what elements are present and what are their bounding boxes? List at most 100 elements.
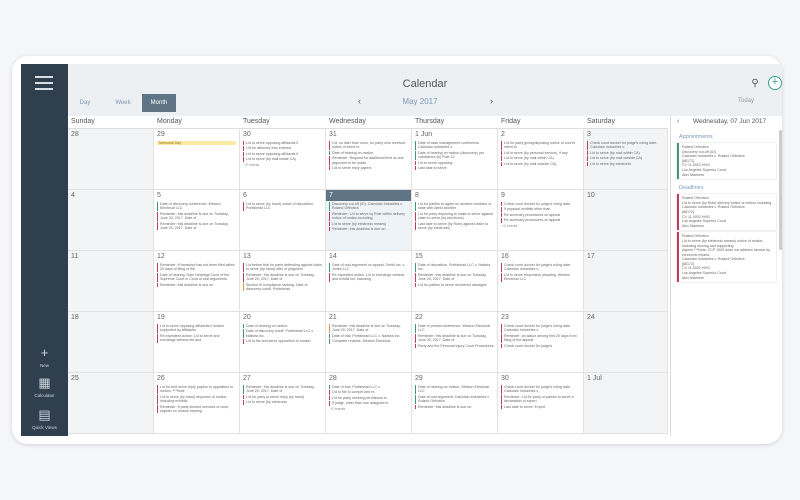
- menu-icon[interactable]: [35, 76, 53, 94]
- calendar-event[interactable]: Discovery cut-off (IO). Calzolaio Indust…: [329, 202, 408, 211]
- calendar-event[interactable]: If judge, other than one assigned to: [329, 401, 408, 406]
- day-cell[interactable]: 28: [68, 129, 154, 190]
- calendar-event[interactable]: Reminder: this deadline is due on: [415, 404, 494, 410]
- calendar-event[interactable]: Last date to serve: [415, 166, 494, 171]
- calendar-event[interactable]: L/d to serve (by mail within CA): [501, 156, 580, 161]
- calendar-event[interactable]: Date of hearing on motion: [329, 150, 408, 156]
- day-cell[interactable]: 6 L/d to serve (by hand) notice of deposi…: [240, 190, 326, 251]
- day-cell[interactable]: 20 Date of hearing on motion. Date of disc…: [240, 312, 326, 373]
- deadline-card[interactable]: Roland Orthotics L/d to serve (by Rule) d…: [677, 194, 776, 231]
- day-cell[interactable]: 29 Date of hearing on motion. Weston Elec…: [412, 373, 498, 434]
- day-cell[interactable]: 26 L/d for end serve reply papers to oppo…: [154, 373, 240, 434]
- more-events-link[interactable]: +2 events: [244, 163, 321, 167]
- calendar-event[interactable]: Check court docket for judge's ruling da…: [501, 202, 580, 207]
- calendar-event[interactable]: Check court docket for judge's ruling da…: [501, 263, 580, 272]
- calendar-event[interactable]: L/d to serve opposing affidavits if: [243, 141, 322, 146]
- calendar-event[interactable]: L/d for party seeking permission to: [329, 395, 408, 401]
- calendar-event[interactable]: Check court docket for judge's ruling da…: [501, 385, 580, 394]
- calendar-event[interactable]: L/d to serve (by personal service), if a…: [501, 150, 580, 156]
- calendar-event[interactable]: Date of discovery cutoff. Portishead LLC…: [243, 329, 322, 339]
- calendar-event[interactable]: Reminder: this deadline is due on Tuesda…: [415, 272, 494, 282]
- calendar-event[interactable]: L/d for party deposing to make to serve …: [415, 211, 494, 221]
- calendar-event[interactable]: Date of trial. Portishead LLC v.: [329, 385, 408, 390]
- view-week-button[interactable]: Week: [110, 94, 136, 112]
- calendar-event[interactable]: Reminder: Request for additional time at…: [329, 156, 408, 166]
- day-cell[interactable]: 30 L/d to serve opposing affidavits if L/d…: [240, 129, 326, 190]
- day-cell[interactable]: 23 Check court docket for judge's ruling …: [498, 312, 584, 373]
- calendar-event[interactable]: L/d for party to serve reply (by hand): [243, 394, 322, 400]
- calendar-event[interactable]: L/d to serve (by mail inside CA): [243, 157, 322, 162]
- calendar-event[interactable]: L/d to serve opposing affidavits if moti…: [157, 324, 236, 333]
- calendar-event[interactable]: Check court docket for judge's ruling da…: [587, 141, 664, 150]
- calendar-event[interactable]: Memorial Day: [157, 141, 236, 146]
- calendar-event[interactable]: L/d to serve (by electronic: [587, 161, 664, 167]
- calendar-event[interactable]: Date of pretrial conference. Weston Elec…: [415, 324, 494, 333]
- day-cell[interactable]: 1 Jun Date of case management conference.…: [412, 129, 498, 190]
- next-month-icon[interactable]: ›: [490, 96, 493, 106]
- calendar-event[interactable]: Last date to serve. Expert: [501, 404, 580, 410]
- calendar-event[interactable]: Date of discovery conference. Weston Ele…: [157, 202, 236, 211]
- calendar-event[interactable]: Reminder: L/d for party or parties to se…: [501, 394, 580, 404]
- prev-month-icon[interactable]: ‹: [358, 96, 361, 106]
- calendar-event[interactable]: Date of deposition. Portishead LLC v. Na…: [415, 263, 494, 272]
- day-cell[interactable]: 3 Check court docket for judge's ruling d…: [584, 129, 668, 190]
- day-cell[interactable]: 10: [584, 190, 668, 251]
- calendar-event[interactable]: Date of case management conference. Calz…: [415, 141, 494, 150]
- calendar-event[interactable]: L/d to serve (by mail outside CA): [501, 161, 580, 167]
- appointment-card[interactable]: Roland Orthotics Discovery cut-off (IO). C…: [677, 143, 776, 180]
- day-cell[interactable]: 18: [68, 312, 154, 373]
- calendar-event[interactable]: L/d to serve (by hand) response of motio…: [157, 394, 236, 404]
- search-icon[interactable]: ⚲: [748, 77, 762, 91]
- calendar-event[interactable]: L/d before trial for party defending aga…: [243, 263, 322, 272]
- calendar-event[interactable]: L/d for parties to serve recovered damag…: [415, 282, 494, 288]
- side-scrollbar[interactable]: [779, 130, 782, 250]
- calendar-event[interactable]: If physical exhibits other than: [501, 207, 580, 212]
- calendar-event[interactable]: L/d to serve (by mail outside CA): [587, 156, 664, 161]
- calendar-event[interactable]: Reminder: this deadline is due on Tuesda…: [329, 324, 408, 333]
- calendar-event[interactable]: Section III compliance ranking. Date of …: [243, 282, 322, 292]
- add-icon[interactable]: +: [768, 76, 782, 90]
- calendar-event[interactable]: Reminder: If party elected services of c…: [157, 404, 236, 414]
- calendar-event[interactable]: Re summary procedures on appeal: [501, 212, 580, 218]
- calendar-event[interactable]: Reminder: this deadline is due on Tuesda…: [415, 333, 494, 343]
- calendar-event[interactable]: Reminder: L/d to serve by Rule within de…: [329, 211, 408, 221]
- calendar-event[interactable]: L/d to serve reply papers: [329, 166, 408, 171]
- day-cell[interactable]: 25: [68, 373, 154, 434]
- calendar-event[interactable]: Check court docket for judge's ruling da…: [501, 324, 580, 333]
- day-cell[interactable]: 14 Date of oral argument on appeal. Smith…: [326, 251, 412, 312]
- day-cell[interactable]: 5 Date of discovery conference. Weston El…: [154, 190, 240, 251]
- day-cell[interactable]: 31 L/d, no later than noon, for party who…: [326, 129, 412, 190]
- calendar-event[interactable]: Re summary procedures on appeal: [501, 218, 580, 223]
- calendar-event[interactable]: L/d to serve opposing affidavits if: [243, 151, 322, 157]
- day-cell[interactable]: 21 Reminder: this deadline is due on Tues…: [326, 312, 412, 373]
- calendar-event[interactable]: Complete reviews. Weston Electrical: [329, 339, 408, 344]
- calendar-event[interactable]: Date of hearing on motion.: [243, 324, 322, 329]
- calendar-event[interactable]: Party and the Personal Injury Court Proc…: [415, 343, 494, 349]
- calendar-event[interactable]: L/d for parties to agree on another medi…: [415, 202, 494, 211]
- day-cell[interactable]: 2 L/d for party giving/deposing notice of…: [498, 129, 584, 190]
- today-button[interactable]: Today: [738, 98, 754, 104]
- day-cell[interactable]: 28 Date of trial. Portishead LLC v. L/d to…: [326, 373, 412, 434]
- calendar-event[interactable]: Reminder: this deadline is due on: [329, 227, 408, 232]
- day-cell[interactable]: 30 Check court docket for judge's ruling …: [498, 373, 584, 434]
- calendar-event[interactable]: Date of oral argument on appeal. Smith I…: [329, 263, 408, 272]
- day-cell[interactable]: 1 Jul: [584, 373, 668, 434]
- day-cell[interactable]: 17: [584, 251, 668, 312]
- quick-views-button[interactable]: ▤ Quick Views: [21, 408, 68, 431]
- calendar-event[interactable]: L/d to serve responsive pleading. Weston…: [501, 272, 580, 282]
- day-cell[interactable]: 16 Check court docket for judge's ruling …: [498, 251, 584, 312]
- day-cell[interactable]: 29 Memorial Day: [154, 129, 240, 190]
- day-cell[interactable]: 19 L/d to serve opposing affidavits if mo…: [154, 312, 240, 373]
- calendar-event[interactable]: Check court docket for judge's: [501, 343, 580, 349]
- chevron-left-icon[interactable]: ‹: [677, 116, 679, 128]
- day-cell[interactable]: 24: [584, 312, 668, 373]
- day-cell[interactable]: 11: [68, 251, 154, 312]
- calendar-event[interactable]: Re expedited action: L/d to serve and ex…: [157, 333, 236, 343]
- calendar-event[interactable]: L/d to serve (by electronic means): [329, 221, 408, 227]
- calendar-event[interactable]: Last date to serve (by Rule) against cla…: [415, 221, 494, 231]
- calendar-event[interactable]: L/d to serve (by electronic: [243, 400, 322, 405]
- calendar-event[interactable]: L/d for party giving/deposing notice of …: [501, 141, 580, 150]
- calendar-event[interactable]: Reminder: this deadline is due on: [157, 282, 236, 288]
- calendar-event[interactable]: Date of oral argument. Calzolaio Industr…: [415, 394, 494, 404]
- more-events-link[interactable]: +2 events: [330, 407, 407, 411]
